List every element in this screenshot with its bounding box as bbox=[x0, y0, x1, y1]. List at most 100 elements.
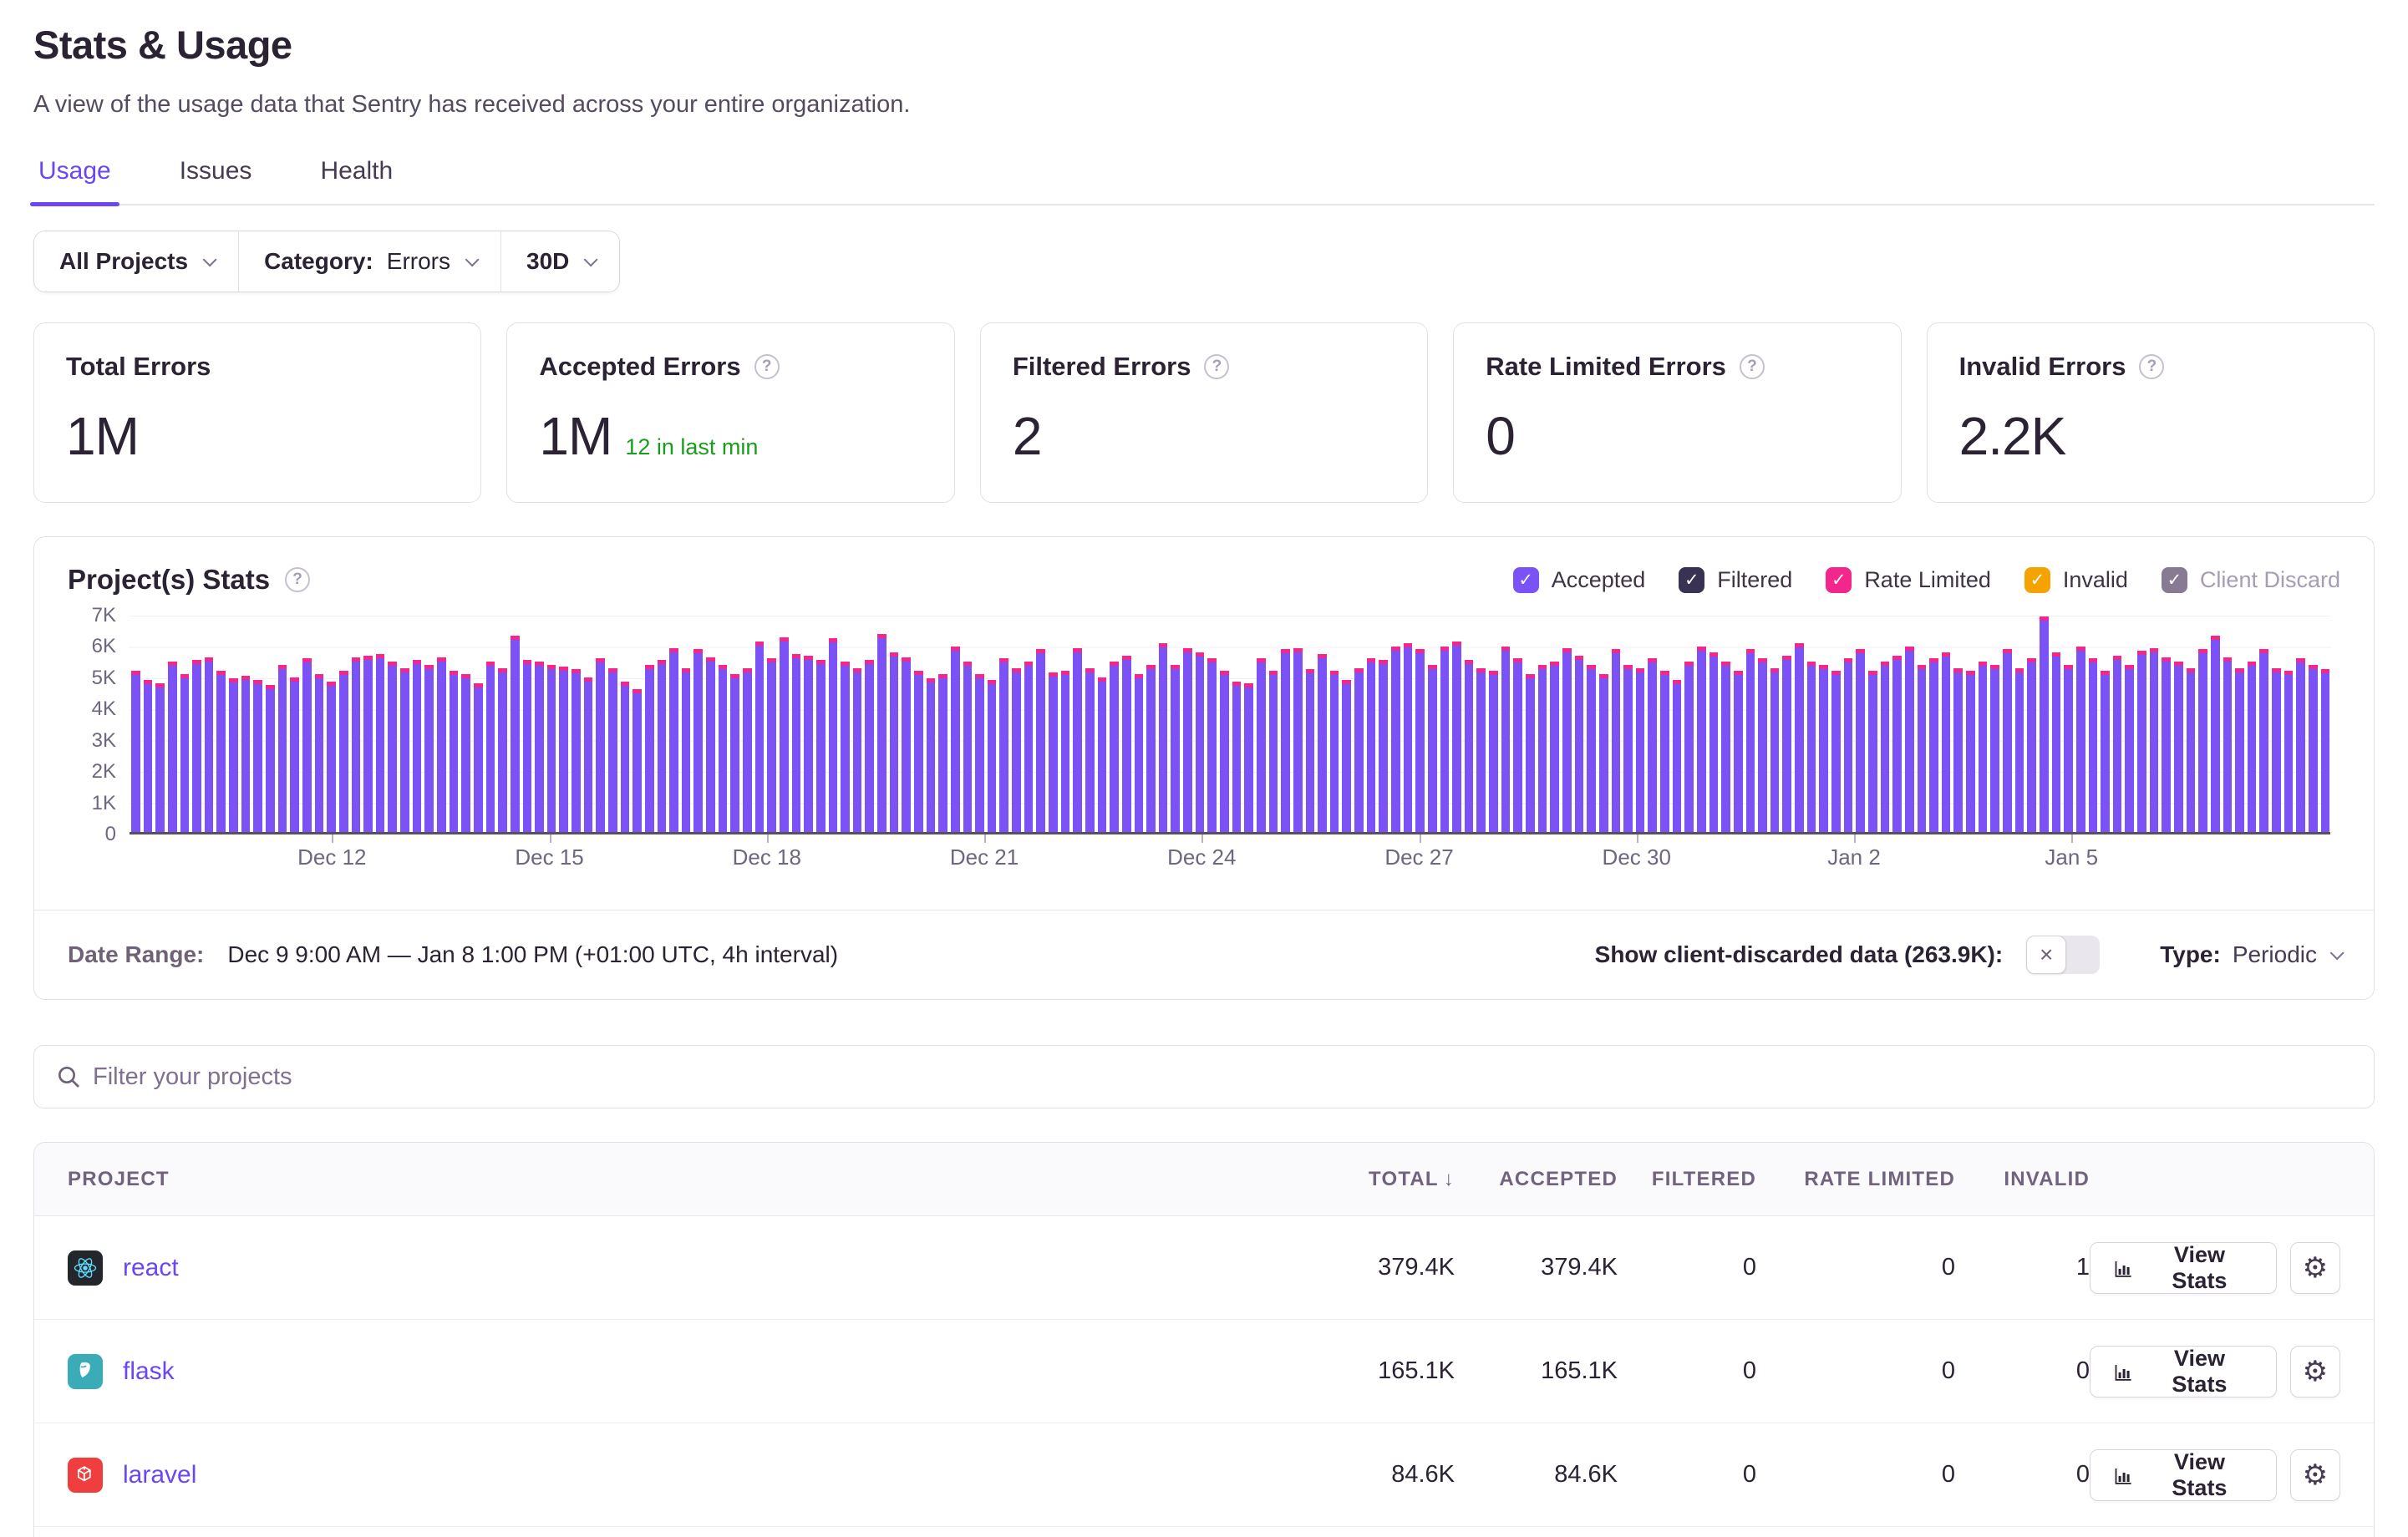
bar bbox=[1404, 643, 1413, 832]
accepted-segment bbox=[1795, 647, 1804, 832]
cell-total: 379.4K bbox=[1262, 1254, 1455, 1281]
legend-label: Rate Limited bbox=[1864, 567, 1991, 593]
bar bbox=[1465, 660, 1474, 832]
accepted-segment bbox=[1476, 672, 1486, 832]
bar bbox=[1489, 671, 1498, 832]
accepted-segment bbox=[2284, 675, 2294, 832]
gear-icon: ⚙ bbox=[2303, 1458, 2328, 1492]
bar bbox=[730, 674, 739, 832]
accepted-segment bbox=[1990, 669, 1999, 832]
accepted-segment bbox=[938, 678, 947, 832]
y-axis-labels: 7K6K5K4K3K2K1K0 bbox=[68, 616, 130, 834]
bar bbox=[1526, 674, 1535, 832]
help-icon[interactable]: ? bbox=[754, 354, 780, 379]
bar bbox=[1550, 662, 1559, 832]
client-discard-toggle[interactable]: × bbox=[2026, 936, 2100, 974]
settings-button[interactable]: ⚙ bbox=[2290, 1346, 2340, 1398]
bar-chart-icon bbox=[2112, 1465, 2133, 1485]
view-stats-button[interactable]: View Stats bbox=[2090, 1346, 2277, 1398]
accepted-segment bbox=[1918, 669, 1927, 832]
legend-item-rate-limited[interactable]: ✓Rate Limited bbox=[1826, 567, 1991, 593]
column-header-accepted[interactable]: ACCEPTED bbox=[1455, 1168, 1618, 1191]
bar bbox=[1220, 671, 1229, 832]
accepted-segment bbox=[1562, 652, 1572, 833]
bar bbox=[1856, 649, 1865, 832]
accepted-segment bbox=[229, 682, 238, 832]
accepted-segment bbox=[804, 660, 813, 832]
bar bbox=[2248, 662, 2257, 832]
column-header-total[interactable]: TOTAL↓ bbox=[1262, 1168, 1455, 1191]
bar bbox=[1257, 658, 1266, 832]
accepted-segment bbox=[315, 678, 324, 832]
help-icon[interactable]: ? bbox=[1740, 354, 1765, 379]
accepted-segment bbox=[682, 672, 691, 832]
view-stats-button[interactable]: View Stats bbox=[2090, 1449, 2277, 1501]
accepted-segment bbox=[1183, 652, 1192, 833]
tab-usage[interactable]: Usage bbox=[33, 157, 116, 204]
bar bbox=[2101, 671, 2110, 832]
date-range-filter-button[interactable]: 30D bbox=[500, 231, 619, 292]
project-link[interactable]: react bbox=[123, 1254, 179, 1282]
column-header-invalid[interactable]: INVALID bbox=[1955, 1168, 2090, 1191]
chevron-down-icon bbox=[465, 252, 480, 266]
tab-health[interactable]: Health bbox=[315, 157, 398, 204]
table-row: react379.4K379.4K001View Stats⚙ bbox=[34, 1216, 2374, 1320]
settings-button[interactable]: ⚙ bbox=[2290, 1242, 2340, 1294]
column-header-filtered[interactable]: FILTERED bbox=[1618, 1168, 1756, 1191]
accepted-segment bbox=[1135, 678, 1144, 832]
column-header-project[interactable]: PROJECT bbox=[68, 1168, 1262, 1191]
legend-label: Client Discard bbox=[2200, 567, 2340, 593]
date-range-filter-label: 30D bbox=[526, 248, 569, 275]
search-input[interactable] bbox=[33, 1045, 2375, 1108]
accepted-segment bbox=[2101, 675, 2110, 832]
tab-issues[interactable]: Issues bbox=[175, 157, 257, 204]
bar bbox=[278, 665, 287, 832]
stat-card-label: Total Errors bbox=[66, 352, 449, 382]
x-axis-tick bbox=[332, 834, 333, 843]
accepted-segment bbox=[2198, 653, 2207, 832]
stat-card-label-text: Total Errors bbox=[66, 352, 211, 382]
bar bbox=[302, 658, 312, 832]
accepted-segment bbox=[1953, 672, 1963, 832]
bar bbox=[1281, 649, 1290, 832]
accepted-segment bbox=[816, 664, 826, 832]
accepted-segment bbox=[2259, 653, 2268, 832]
x-axis-tick bbox=[1637, 834, 1638, 843]
legend-item-client-discard[interactable]: ✓Client Discard bbox=[2162, 567, 2340, 593]
legend-label: Filtered bbox=[1717, 567, 1792, 593]
bar bbox=[1734, 671, 1743, 832]
legend-item-invalid[interactable]: ✓Invalid bbox=[2024, 567, 2128, 593]
bar bbox=[706, 657, 715, 832]
column-header-rate-limited[interactable]: RATE LIMITED bbox=[1756, 1168, 1955, 1191]
accepted-segment bbox=[1073, 652, 1082, 833]
help-icon[interactable]: ? bbox=[2139, 354, 2164, 379]
project-link[interactable]: laravel bbox=[123, 1461, 196, 1489]
accepted-segment bbox=[1966, 675, 1975, 832]
filter-bar: All Projects Category: Errors 30D bbox=[33, 205, 2375, 292]
project-filter-button[interactable]: All Projects bbox=[34, 231, 238, 292]
x-axis-tick bbox=[2071, 834, 2073, 843]
view-stats-button[interactable]: View Stats bbox=[2090, 1242, 2277, 1294]
help-icon[interactable]: ? bbox=[285, 567, 310, 592]
legend-item-filtered[interactable]: ✓Filtered bbox=[1679, 567, 1792, 593]
bar bbox=[1575, 656, 1584, 832]
client-discard-toggle-label: Show client-discarded data (263.9K): bbox=[1595, 941, 2004, 968]
bar bbox=[2137, 651, 2146, 832]
accepted-segment bbox=[131, 675, 140, 832]
legend-item-accepted[interactable]: ✓Accepted bbox=[1513, 567, 1646, 593]
accepted-segment bbox=[914, 675, 923, 832]
bar bbox=[890, 652, 899, 832]
help-icon[interactable]: ? bbox=[1204, 354, 1229, 379]
bar bbox=[2174, 662, 2183, 832]
accepted-segment bbox=[474, 687, 483, 832]
bar bbox=[523, 660, 532, 832]
type-dropdown[interactable]: Type: Periodic bbox=[2160, 941, 2340, 968]
settings-button[interactable]: ⚙ bbox=[2290, 1449, 2340, 1501]
bar bbox=[804, 656, 813, 832]
stat-card-4: Invalid Errors?2.2K bbox=[1927, 322, 2375, 503]
bar bbox=[780, 637, 789, 832]
accepted-segment bbox=[241, 680, 251, 832]
x-tick-label: Dec 30 bbox=[1603, 845, 1671, 870]
project-link[interactable]: flask bbox=[123, 1357, 175, 1386]
category-filter-button[interactable]: Category: Errors bbox=[238, 231, 500, 292]
